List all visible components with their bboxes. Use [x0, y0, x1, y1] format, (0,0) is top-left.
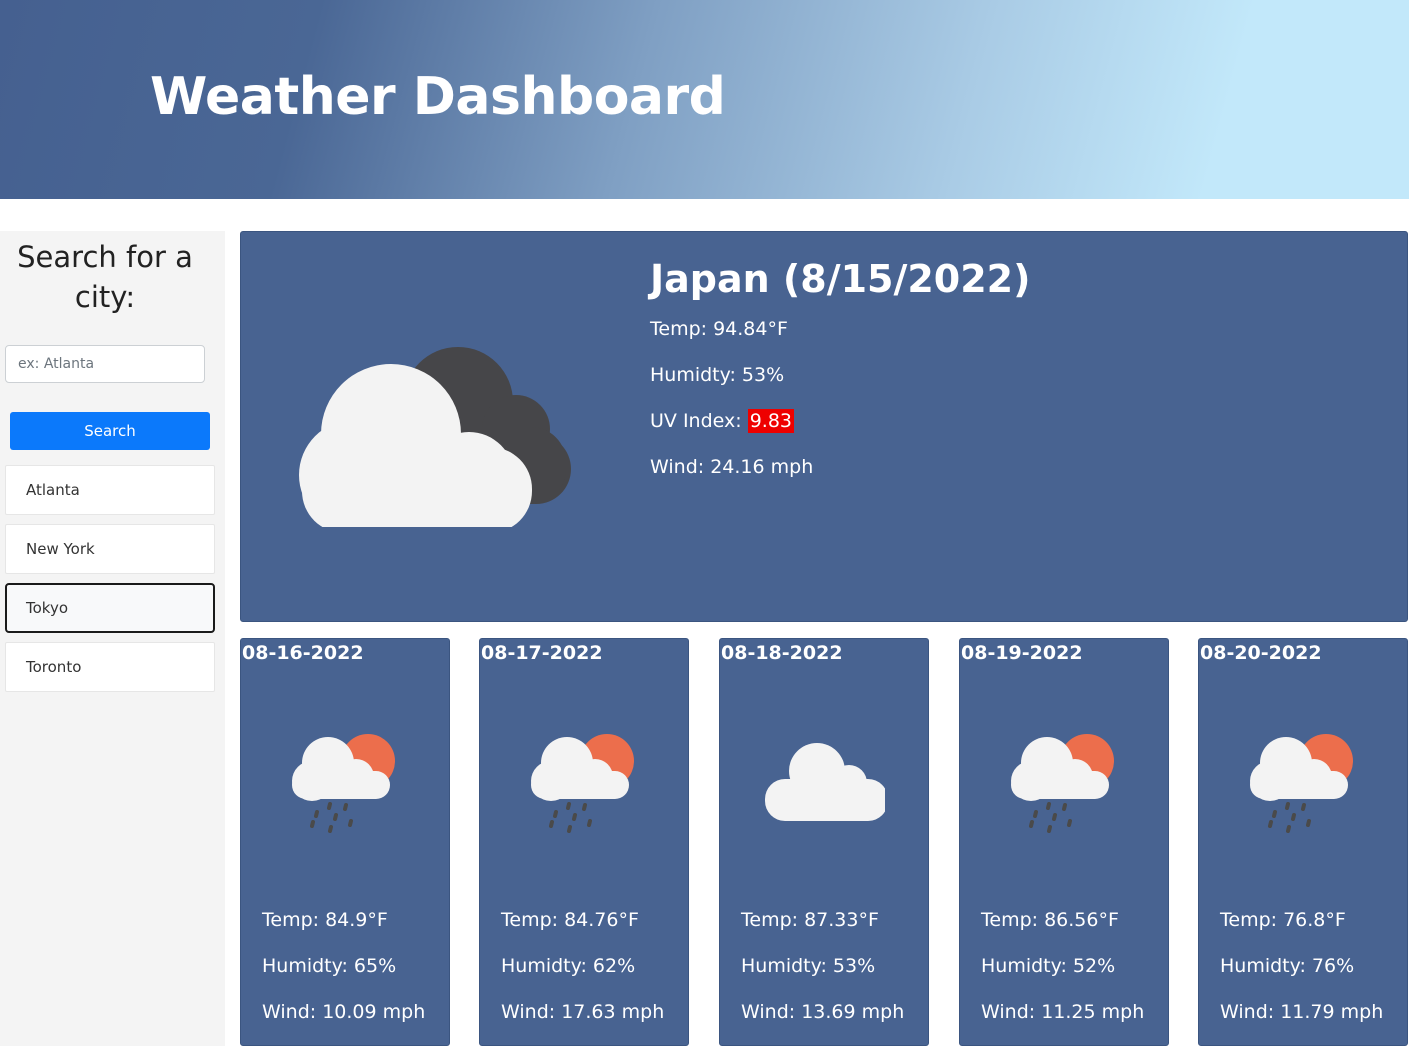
city-item-new-york[interactable]: New York — [5, 524, 215, 574]
city-search-input[interactable] — [5, 345, 205, 383]
city-item-label: New York — [26, 540, 95, 558]
forecast-date: 08-17-2022 — [481, 642, 603, 664]
search-sidebar: Search for a city: Search Atlanta New Yo… — [0, 231, 225, 1046]
current-wind: Wind: 24.16 mph — [650, 456, 814, 478]
page-header: Weather Dashboard — [0, 0, 1409, 199]
forecast-card-5: 08-20-2022 Temp: 76.8°F Humidty: 76% Win… — [1198, 638, 1408, 1046]
forecast-temp: Temp: 87.33°F — [741, 909, 879, 931]
forecast-date: 08-18-2022 — [721, 642, 843, 664]
forecast-temp: Temp: 76.8°F — [1220, 909, 1346, 931]
current-temp: Temp: 94.84°F — [650, 318, 788, 340]
city-item-label: Toronto — [26, 658, 82, 676]
forecast-card-4: 08-19-2022 Temp: 86.56°F Humidty: 52% Wi… — [959, 638, 1169, 1046]
rain-sun-icon — [1011, 734, 1114, 833]
forecast-humidity: Humidty: 52% — [981, 955, 1116, 977]
cloud-icon — [765, 743, 885, 821]
city-item-label: Atlanta — [26, 481, 80, 499]
current-city-title: Japan (8/15/2022) — [650, 257, 1031, 301]
page-title: Weather Dashboard — [150, 67, 726, 127]
forecast-wind: Wind: 17.63 mph — [501, 1001, 665, 1023]
forecast-card-2: 08-17-2022 Temp: 84.76°F Humidty: 62% Wi… — [479, 638, 689, 1046]
forecast-temp: Temp: 84.76°F — [501, 909, 639, 931]
forecast-wind: Wind: 10.09 mph — [262, 1001, 426, 1023]
rain-sun-icon — [531, 734, 634, 833]
forecast-humidity: Humidty: 76% — [1220, 955, 1355, 977]
current-uv-index: UV Index: 9.83 — [650, 408, 795, 434]
rain-sun-icon — [292, 734, 395, 833]
sidebar-title: Search for a city: — [17, 240, 193, 314]
forecast-date: 08-20-2022 — [1200, 642, 1322, 664]
forecast-wind: Wind: 11.25 mph — [981, 1001, 1145, 1023]
forecast-humidity: Humidty: 53% — [741, 955, 876, 977]
forecast-date: 08-16-2022 — [242, 642, 364, 664]
uv-index-label: UV Index: — [650, 410, 748, 432]
forecast-wind: Wind: 11.79 mph — [1220, 1001, 1384, 1023]
current-humidity: Humidty: 53% — [650, 364, 785, 386]
cloudy-icon — [299, 347, 571, 527]
search-button[interactable]: Search — [10, 412, 210, 450]
forecast-temp: Temp: 86.56°F — [981, 909, 1119, 931]
forecast-card-3: 08-18-2022 Temp: 87.33°F Humidty: 53% Wi… — [719, 638, 929, 1046]
forecast-humidity: Humidty: 62% — [501, 955, 636, 977]
rain-sun-icon — [1250, 734, 1353, 833]
current-weather-panel: Japan (8/15/2022) Temp: 94.84°F Humidty:… — [240, 231, 1408, 622]
forecast-wind: Wind: 13.69 mph — [741, 1001, 905, 1023]
city-item-label: Tokyo — [26, 599, 68, 617]
city-item-atlanta[interactable]: Atlanta — [5, 465, 215, 515]
uv-index-badge: 9.83 — [747, 409, 795, 433]
forecast-temp: Temp: 84.9°F — [262, 909, 388, 931]
forecast-humidity: Humidty: 65% — [262, 955, 397, 977]
forecast-date: 08-19-2022 — [961, 642, 1083, 664]
city-item-tokyo[interactable]: Tokyo — [5, 583, 215, 633]
forecast-card-1: 08-16-2022 Temp: 84.9°F Humidty: 65% Win… — [240, 638, 450, 1046]
city-item-toronto[interactable]: Toronto — [5, 642, 215, 692]
